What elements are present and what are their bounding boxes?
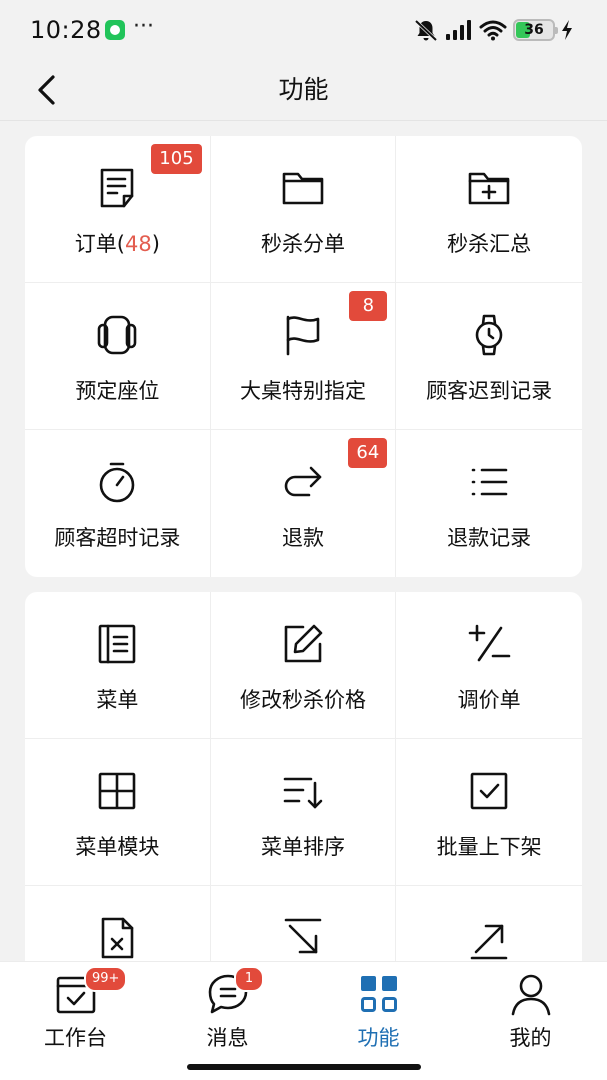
tab-messages[interactable]: 1 消息 <box>152 962 303 1052</box>
status-time: 10:28 <box>30 16 102 44</box>
orders-badge: 105 <box>151 144 202 174</box>
tab-functions[interactable]: 功能 <box>303 962 454 1052</box>
plus-minus-icon <box>468 624 511 662</box>
tab-bar: 99+ 工作台 1 消息 功能 我的 <box>0 961 607 1080</box>
grid-item-price-adjust[interactable]: 调价单 <box>396 592 582 739</box>
order-note-icon <box>101 168 134 208</box>
grid-item-label: 批量上下架 <box>436 835 542 859</box>
battery-level: 36 <box>524 22 544 38</box>
large-table-badge: 8 <box>349 291 388 321</box>
grid-item-flash-sale-summary[interactable]: 秒杀汇总 <box>396 136 582 283</box>
bell-muted-icon <box>414 19 438 42</box>
menu-book-icon <box>99 624 136 664</box>
page-title: 功能 <box>278 75 329 104</box>
orders-count: 48 <box>124 232 152 256</box>
grid-item-label: 秒杀汇总 <box>447 232 532 256</box>
wifi-icon <box>479 20 507 41</box>
tab-label: 我的 <box>509 1026 552 1050</box>
list-icon <box>471 468 508 496</box>
battery-icon: 36 <box>513 19 558 41</box>
grid-item-batch-shelf[interactable]: 批量上下架 <box>396 739 582 886</box>
grid-item-label: 订单(48) <box>74 232 160 256</box>
grid-item-label: 秒杀分单 <box>260 232 345 256</box>
tab-label: 工作台 <box>44 1026 107 1050</box>
arrow-down-right-icon <box>284 918 322 954</box>
seat-icon <box>98 315 137 355</box>
grid-item-label: 退款记录 <box>447 526 532 550</box>
grid-item-flash-sale-split[interactable]: 秒杀分单 <box>210 136 397 283</box>
grid-item-label: 顾客迟到记录 <box>426 379 553 403</box>
screen: 10:28 ··· 36 功能 105 订单(48) 秒杀分单 秒杀汇总 预定座… <box>0 0 607 1080</box>
home-indicator <box>186 1064 421 1070</box>
stopwatch-icon <box>100 462 135 503</box>
tab-workbench[interactable]: 99+ 工作台 <box>0 962 151 1052</box>
folder-plus-icon <box>468 172 510 205</box>
tab-label: 功能 <box>357 1026 400 1050</box>
user-icon <box>511 974 550 1016</box>
file-x-icon <box>102 917 134 959</box>
nav-bar: 功能 <box>0 60 607 121</box>
signal-icon <box>446 20 471 40</box>
charging-icon <box>562 20 572 40</box>
function-card-menu: 菜单 修改秒杀价格 调价单 菜单模块 菜单排序 批量上下架 <box>25 592 582 992</box>
tab-profile[interactable]: 我的 <box>455 962 606 1052</box>
tab-label: 消息 <box>206 1026 249 1050</box>
grid-item-label: 大桌特别指定 <box>239 379 366 403</box>
grid-item-refund[interactable]: 64 退款 <box>211 430 397 577</box>
grid-item-edit-flash-price[interactable]: 修改秒杀价格 <box>210 592 397 739</box>
function-card-orders: 105 订单(48) 秒杀分单 秒杀汇总 预定座位 8 大桌特别指定 顾客迟到记… <box>25 136 582 577</box>
grid-item-refund-records[interactable]: 退款记录 <box>396 430 582 577</box>
status-right: 36 <box>413 18 573 42</box>
grid-item-label: 顾客超时记录 <box>54 526 181 550</box>
grid-item-menu[interactable]: 菜单 <box>25 592 211 739</box>
chat-app-icon <box>105 20 125 40</box>
grid-item-orders[interactable]: 105 订单(48) <box>25 136 211 283</box>
grid-item-label: 调价单 <box>457 688 521 712</box>
grid-item-late-records[interactable]: 顾客迟到记录 <box>396 283 582 430</box>
sort-icon <box>283 777 323 809</box>
grid-item-label: 预定座位 <box>75 379 160 403</box>
refund-badge: 64 <box>348 438 388 468</box>
checkbox-icon <box>470 772 508 810</box>
flag-icon <box>286 315 320 356</box>
status-bar: 10:28 ··· 36 <box>0 0 607 60</box>
grid-item-timeout-records[interactable]: 顾客超时记录 <box>25 430 211 577</box>
grid-item-menu-sort[interactable]: 菜单排序 <box>210 739 397 886</box>
workbench-badge: 99+ <box>84 966 128 992</box>
watch-icon <box>475 314 503 356</box>
grid-item-large-table[interactable]: 8 大桌特别指定 <box>210 283 397 430</box>
grid-item-label: 菜单 <box>96 688 139 712</box>
function-grid-icon <box>360 976 397 1012</box>
folder-icon <box>282 172 324 205</box>
grid-item-menu-modules[interactable]: 菜单模块 <box>25 739 211 886</box>
arrow-up-right-icon <box>470 924 508 960</box>
edit-icon <box>284 624 323 663</box>
grid-item-label: 修改秒杀价格 <box>239 688 366 712</box>
status-more-dots: ··· <box>133 14 154 39</box>
grid-item-reserve-seat[interactable]: 预定座位 <box>25 283 211 430</box>
messages-badge: 1 <box>234 966 264 992</box>
grid-icon <box>99 772 136 810</box>
redo-arrow-icon <box>284 466 322 497</box>
grid-item-label: 退款 <box>281 526 324 550</box>
grid-item-label: 菜单排序 <box>260 835 345 859</box>
grid-item-label: 菜单模块 <box>75 835 160 859</box>
